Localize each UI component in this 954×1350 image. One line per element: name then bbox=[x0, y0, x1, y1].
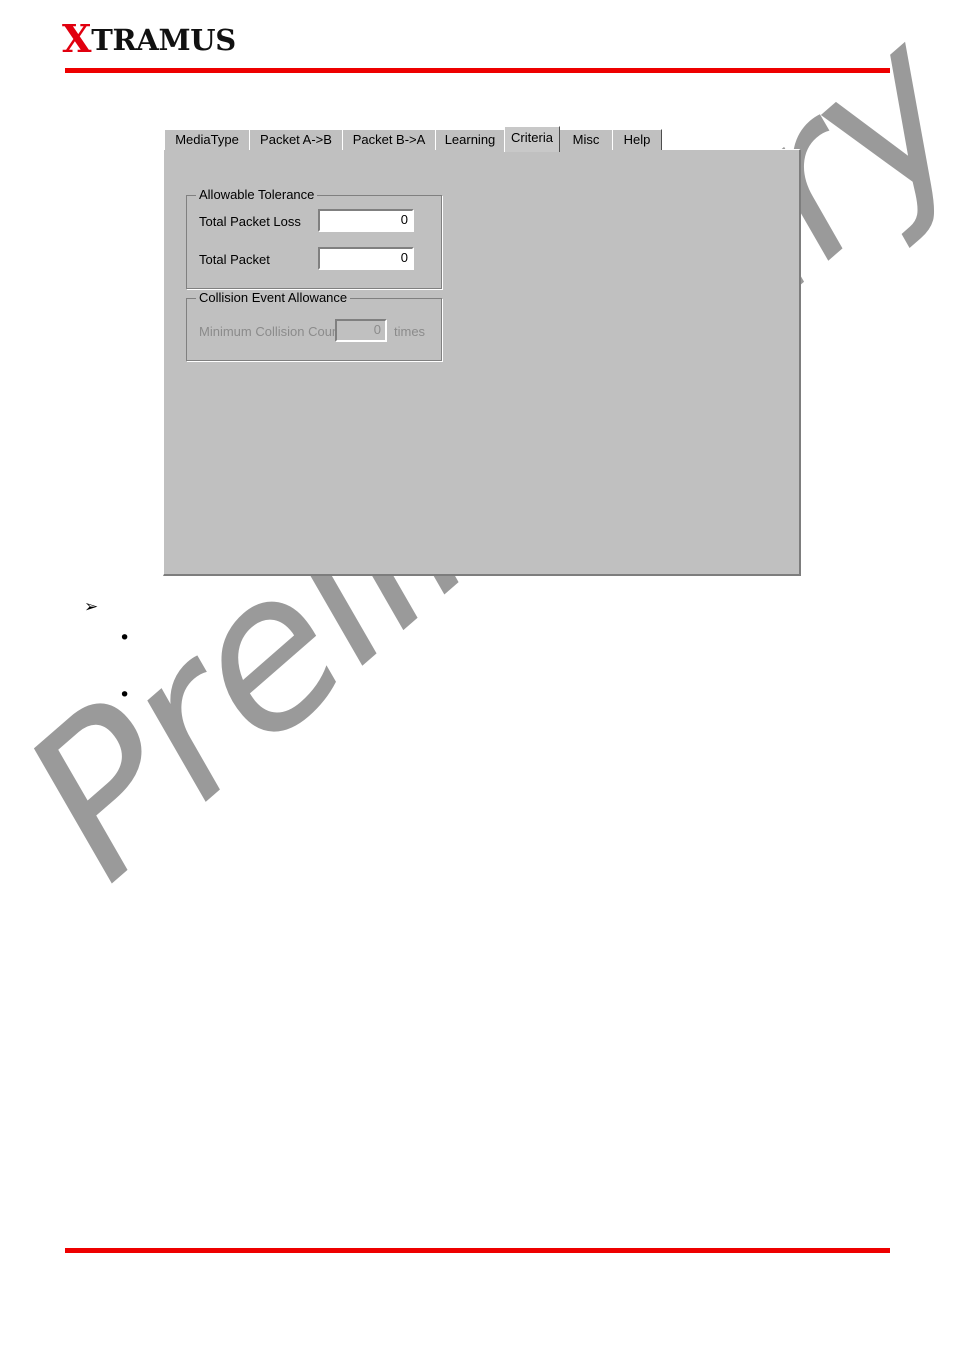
tab-mediatype[interactable]: MediaType bbox=[164, 129, 250, 150]
tab-label: Misc bbox=[572, 132, 600, 147]
tab-label: Help bbox=[623, 132, 651, 147]
logo-letter-x: X bbox=[62, 16, 92, 61]
header-divider-rule bbox=[65, 68, 890, 73]
page: Preliminary XTRAMUS Allowable Tolerance … bbox=[0, 0, 954, 1350]
criteria-settings-dialog: Allowable Tolerance Total Packet Loss 0 … bbox=[163, 126, 801, 576]
input-minimum-collision-count[interactable]: 0 bbox=[335, 319, 387, 342]
tab-help[interactable]: Help bbox=[612, 129, 662, 150]
label-minimum-collision-count: Minimum Collision Count bbox=[199, 324, 343, 339]
input-total-packet[interactable]: 0 bbox=[318, 247, 414, 270]
tab-packet-b-a[interactable]: Packet B->A bbox=[342, 129, 436, 150]
group-collision-event-allowance-title: Collision Event Allowance bbox=[196, 291, 351, 305]
tab-panel-criteria: Allowable Tolerance Total Packet Loss 0 … bbox=[163, 149, 801, 576]
footer-divider-rule bbox=[65, 1248, 890, 1253]
input-total-packet-loss[interactable]: 0 bbox=[318, 209, 414, 232]
tab-strip: MediaType Packet A->B Packet B->A Learning C… bbox=[163, 126, 801, 152]
tab-label: Packet B->A bbox=[352, 132, 426, 147]
tab-label: Packet A->B bbox=[260, 132, 332, 147]
tab-misc[interactable]: Misc bbox=[559, 129, 613, 150]
xtramus-logo: XTRAMUS bbox=[62, 20, 236, 58]
tab-label: Criteria bbox=[511, 130, 553, 145]
tab-packet-a-b[interactable]: Packet A->B bbox=[249, 129, 343, 150]
label-total-packet: Total Packet bbox=[199, 252, 270, 267]
group-collision-event-allowance: Collision Event Allowance Minimum Collis… bbox=[186, 291, 442, 361]
group-allowable-tolerance: Allowable Tolerance Total Packet Loss 0 … bbox=[186, 188, 442, 289]
group-allowable-tolerance-title: Allowable Tolerance bbox=[196, 188, 318, 202]
tab-criteria[interactable]: Criteria bbox=[504, 126, 560, 152]
tab-label: MediaType bbox=[175, 132, 239, 147]
logo-wordmark: TRAMUS bbox=[91, 23, 236, 57]
tab-label: Learning bbox=[444, 132, 496, 147]
label-total-packet-loss: Total Packet Loss bbox=[199, 214, 301, 229]
tab-learning[interactable]: Learning bbox=[435, 129, 505, 150]
body-list-markers bbox=[0, 590, 954, 730]
page-header: XTRAMUS bbox=[0, 0, 954, 80]
label-minimum-collision-count-unit: times bbox=[394, 324, 426, 339]
